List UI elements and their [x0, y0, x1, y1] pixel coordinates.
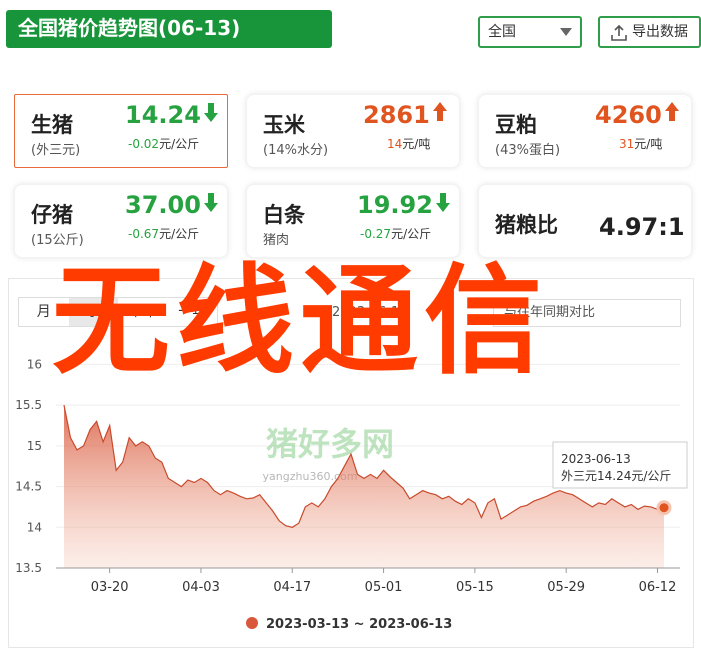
arrow-up-icon: [664, 102, 679, 121]
card-pork[interactable]: 白条 猪肉 19.92 -0.27元/公斤: [246, 184, 460, 258]
card-price: 19.92: [357, 191, 451, 219]
card-sub: (15公斤): [31, 233, 84, 248]
card-price: 37.00: [125, 191, 219, 219]
card-change: 14元/吨: [387, 137, 431, 151]
card-name: 仔猪: [31, 203, 73, 227]
card-price: 14.24: [125, 101, 219, 129]
card-change: -0.27元/公斤: [360, 227, 432, 241]
region-select[interactable]: 全国: [478, 16, 582, 48]
card-pig-grain-ratio[interactable]: 猪粮比 4.97:1: [478, 184, 692, 258]
card-name: 豆粕: [495, 113, 537, 137]
card-change: 31元/吨: [619, 137, 663, 151]
card-sub: (43%蛋白): [495, 143, 561, 158]
arrow-down-icon: [203, 193, 218, 212]
arrow-up-icon: [432, 102, 447, 121]
card-sub: (14%水分): [263, 143, 329, 158]
region-select-value: 全国: [488, 24, 516, 40]
card-change: -0.67元/公斤: [128, 227, 200, 241]
export-data-button[interactable]: 导出数据: [598, 16, 701, 48]
overlay-watermark-text: 无线通信: [52, 252, 549, 390]
arrow-down-icon: [435, 193, 450, 212]
chevron-down-icon: [560, 28, 572, 36]
card-change: -0.02元/公斤: [128, 137, 200, 151]
card-price: 4260: [595, 101, 680, 129]
card-name: 白条: [263, 203, 305, 227]
card-piglet[interactable]: 仔猪 (15公斤) 37.00 -0.67元/公斤: [14, 184, 228, 258]
export-data-label: 导出数据: [632, 24, 688, 40]
card-sub: (外三元): [31, 143, 81, 158]
card-live-pig[interactable]: 生猪 (外三元) 14.24 -0.02元/公斤: [14, 94, 228, 168]
card-corn[interactable]: 玉米 (14%水分) 2861 14元/吨: [246, 94, 460, 168]
card-price: 4.97:1: [599, 213, 685, 241]
card-name: 猪粮比: [495, 213, 558, 237]
card-soymeal[interactable]: 豆粕 (43%蛋白) 4260 31元/吨: [478, 94, 692, 168]
page-title: 全国猪价趋势图(06-13): [6, 10, 332, 48]
card-name: 玉米: [263, 113, 305, 137]
upload-icon: [611, 24, 627, 41]
card-price: 2861: [363, 101, 448, 129]
arrow-down-icon: [203, 103, 218, 122]
card-sub: 猪肉: [263, 233, 290, 248]
card-name: 生猪: [31, 113, 73, 137]
